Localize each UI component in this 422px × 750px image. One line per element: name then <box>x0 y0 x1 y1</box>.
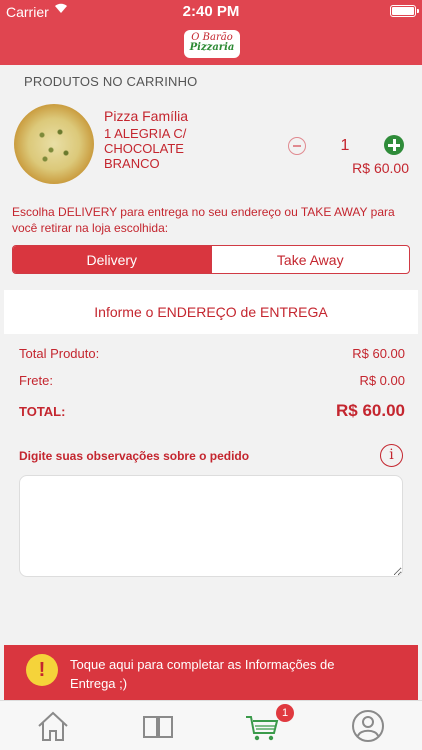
status-bar: Carrier 2:40 PM <box>0 0 422 22</box>
product-total-label: Total Produto: <box>19 346 100 361</box>
freight-label: Frete: <box>19 373 53 388</box>
home-icon[interactable] <box>35 709 71 743</box>
cart-badge: 1 <box>276 704 294 722</box>
item-price: R$ 60.00 <box>352 160 409 176</box>
notes-label: Digite suas observações sobre o pedido <box>19 449 250 463</box>
increase-quantity-button[interactable] <box>384 135 404 155</box>
quantity-value: 1 <box>340 137 350 154</box>
freight-value: R$ 0.00 <box>359 373 405 388</box>
cart-section-title: PRODUTOS NO CARRINHO <box>24 74 198 89</box>
product-description: 1 ALEGRIA C/ CHOCOLATE BRANCO <box>104 126 187 171</box>
cart-icon[interactable] <box>244 709 280 743</box>
delivery-option[interactable]: Delivery <box>13 246 211 273</box>
alert-text: Toque aqui para completar as Informações… <box>70 657 335 691</box>
decrease-quantity-button[interactable] <box>288 137 306 155</box>
total-label: TOTAL: <box>19 404 66 419</box>
pizzaria-logo: O Barão Pizzaria <box>184 30 240 58</box>
delivery-info-alert[interactable]: ! Toque aqui para completar as Informaçõ… <box>4 645 418 700</box>
pizza-image <box>14 104 94 184</box>
menu-book-icon[interactable] <box>140 709 176 743</box>
take-away-option[interactable]: Take Away <box>210 246 410 273</box>
logo-line-2: Pizzaria <box>189 42 235 53</box>
warning-icon: ! <box>26 654 58 686</box>
notes-input[interactable] <box>19 475 403 577</box>
tab-bar <box>0 700 422 750</box>
battery-icon <box>390 5 419 17</box>
address-button[interactable]: Informe o ENDEREÇO de ENTREGA <box>4 290 418 334</box>
info-icon[interactable]: i <box>380 444 403 467</box>
delivery-type-selector: Delivery Take Away <box>12 245 410 274</box>
app-header: Carrier 2:40 PM O Barão Pizzaria <box>0 0 422 65</box>
total-value: R$ 60.00 <box>336 401 405 420</box>
delivery-instructions: Escolha DELIVERY para entrega no seu end… <box>12 205 395 235</box>
profile-icon[interactable] <box>350 709 386 743</box>
status-time: 2:40 PM <box>182 3 240 20</box>
address-prompt: Informe o ENDEREÇO de ENTREGA <box>94 304 328 320</box>
product-total-value: R$ 60.00 <box>352 346 405 361</box>
product-name: Pizza Família <box>104 108 189 124</box>
